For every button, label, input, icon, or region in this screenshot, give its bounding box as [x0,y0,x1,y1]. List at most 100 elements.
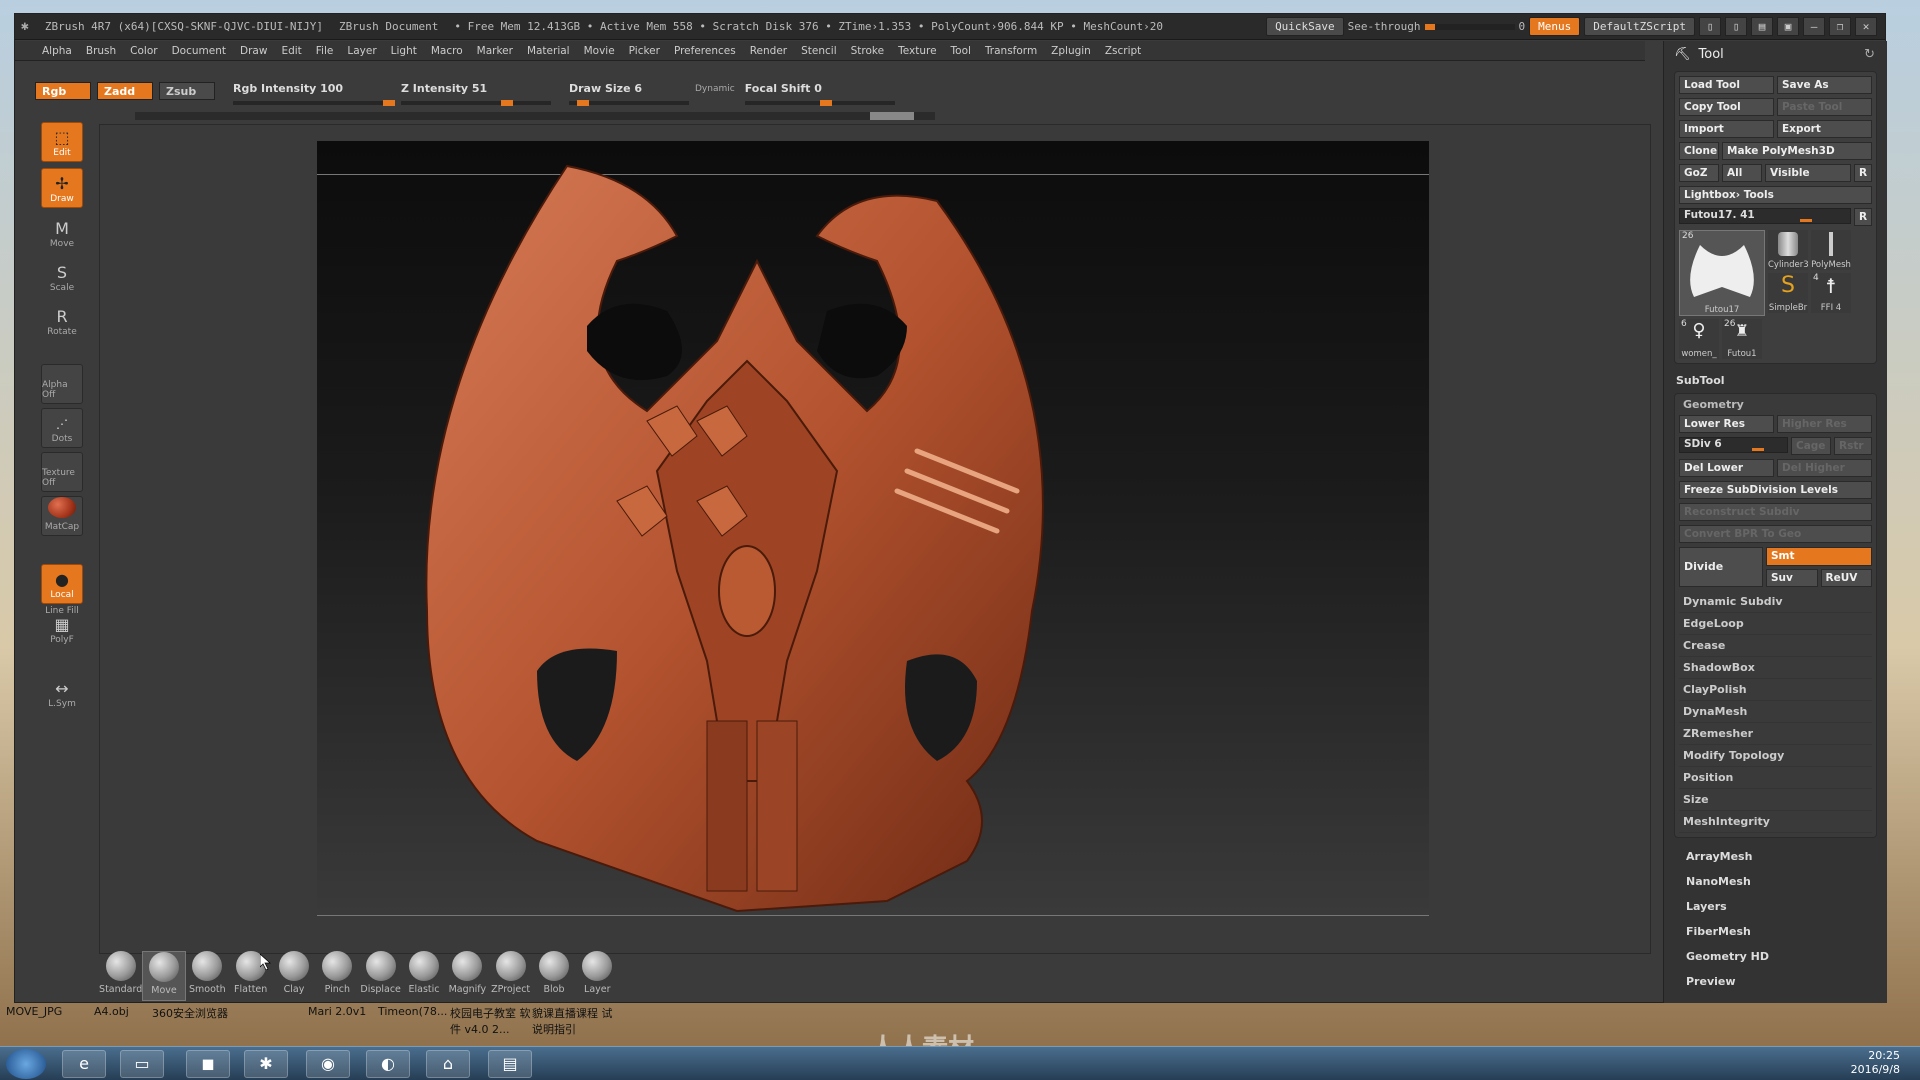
all-button[interactable]: All [1722,164,1762,182]
edit-button[interactable]: ⬚ Edit [41,122,83,162]
menu-picker[interactable]: Picker [622,45,667,57]
see-through-track[interactable] [1424,23,1515,30]
menu-movie[interactable]: Movie [577,45,622,57]
menu-render[interactable]: Render [743,45,794,57]
make-polymesh-button[interactable]: Make PolyMesh3D [1722,142,1872,160]
desktop-icon-label[interactable]: MOVE_JPG [6,1005,62,1018]
brush-elastic[interactable]: Elastic [402,951,445,1001]
subtool-section[interactable]: SubTool [1664,368,1887,391]
brush-pinch[interactable]: Pinch [316,951,359,1001]
menu-draw[interactable]: Draw [233,45,274,57]
geometry-edgeloop[interactable]: EdgeLoop [1679,613,1872,635]
alpha-picker[interactable]: Alpha Off [41,364,83,404]
brush-smooth[interactable]: Smooth [186,951,229,1001]
brush-clay[interactable]: Clay [272,951,315,1001]
copy-tool-button[interactable]: Copy Tool [1679,98,1774,116]
sdiv-slider[interactable]: SDiv 6 [1679,437,1788,453]
tool-r-button[interactable]: R [1854,208,1872,226]
app-orange-icon[interactable]: ◐ [366,1050,410,1078]
subpalette-nanomesh[interactable]: NanoMesh [1664,869,1887,894]
menu-file[interactable]: File [309,45,341,57]
brush-zproject[interactable]: ZProject [489,951,532,1001]
move-button[interactable]: M Move [41,212,83,252]
minimize-icon[interactable]: – [1803,17,1825,36]
menu-stroke[interactable]: Stroke [844,45,891,57]
draw-button[interactable]: ✢ Draw [41,168,83,208]
geometry-claypolish[interactable]: ClayPolish [1679,679,1872,701]
menu-tool[interactable]: Tool [944,45,978,57]
tool-thumb-polymesh[interactable]: PolyMesh [1811,230,1851,270]
paste-tool-button[interactable]: Paste Tool [1777,98,1872,116]
app-notes-icon[interactable]: ▤ [488,1050,532,1078]
document-viewport[interactable] [317,141,1429,917]
lower-res-button[interactable]: Lower Res [1679,415,1774,433]
geometry-dynamesh[interactable]: DynaMesh [1679,701,1872,723]
brush-blob[interactable]: Blob [532,951,575,1001]
menu-color[interactable]: Color [123,45,164,57]
polyf-button[interactable]: Line Fill ▦ PolyF [41,606,83,648]
subpalette-geometry-hd[interactable]: Geometry HD [1664,944,1887,969]
rotate-button[interactable]: R Rotate [41,300,83,340]
save-icon[interactable]: ▣ [1777,17,1799,36]
system-tray-clock[interactable]: 20:25 2016/9/8 [1851,1049,1900,1077]
layout3-icon[interactable]: ▤ [1751,17,1773,36]
tool-thumb-futou17[interactable]: 26 Futou17 [1679,230,1765,316]
geometry-meshintegrity[interactable]: MeshIntegrity [1679,811,1872,833]
divide-button[interactable]: Divide [1679,547,1763,587]
menu-brush[interactable]: Brush [79,45,123,57]
tool-thumb-ffi[interactable]: 4 ☨ FFI 4 [1811,273,1851,313]
rstr-button[interactable]: Rstr [1834,437,1872,455]
menu-zscript[interactable]: Zscript [1098,45,1148,57]
layout-icon[interactable]: ▯ [1699,17,1721,36]
lightbox-tools-button[interactable]: Lightbox› Tools [1679,186,1872,204]
menu-material[interactable]: Material [520,45,577,57]
geometry-shadowbox[interactable]: ShadowBox [1679,657,1872,679]
tool-thumb-cylinder[interactable]: Cylinder3 [1768,230,1809,270]
brush-displace[interactable]: Displace [359,951,402,1001]
brush-standard[interactable]: Standard [99,951,142,1001]
refresh-icon[interactable]: ↻ [1864,47,1875,62]
desktop-icon-label[interactable]: 校园电子教室 软件 v4.0 2... [450,1005,540,1037]
local-button[interactable]: ● Local [41,564,83,604]
menu-transform[interactable]: Transform [978,45,1044,57]
menu-stencil[interactable]: Stencil [794,45,844,57]
higher-res-button[interactable]: Higher Res [1777,415,1872,433]
goz-button[interactable]: GoZ [1679,164,1719,182]
shelf-scrollbar[interactable] [135,112,935,120]
menu-edit[interactable]: Edit [274,45,308,57]
geometry-header[interactable]: Geometry [1679,398,1872,415]
focal-shift-slider[interactable]: Focal Shift 0 [744,82,895,106]
stroke-picker[interactable]: ⋰ Dots [41,408,83,448]
save-as-button[interactable]: Save As [1777,76,1872,94]
menu-layer[interactable]: Layer [340,45,383,57]
tool-palette-header[interactable]: ⛏ Tool ↻ [1664,41,1887,67]
suv-toggle[interactable]: Suv [1766,569,1818,587]
subpalette-preview[interactable]: Preview [1664,969,1887,994]
menu-macro[interactable]: Macro [424,45,470,57]
goz-r-button[interactable]: R [1854,164,1872,182]
export-button[interactable]: Export [1777,120,1872,138]
lsym-button[interactable]: ↔ L.Sym [41,672,83,712]
desktop-icon-label[interactable]: Timeon(78... [378,1005,447,1018]
menu-preferences[interactable]: Preferences [667,45,743,57]
folder-icon[interactable]: ▭ [120,1050,164,1078]
app-blue-icon[interactable]: ◉ [306,1050,350,1078]
see-through-slider[interactable]: See-through 0 [1348,20,1525,33]
brush-layer[interactable]: Layer [576,951,619,1001]
reuv-toggle[interactable]: ReUV [1820,569,1872,587]
subpalette-arraymesh[interactable]: ArrayMesh [1664,844,1887,869]
app-red-icon[interactable]: ◼ [186,1050,230,1078]
tool-thumb-futou1[interactable]: 26 ♜ Futou1 [1722,319,1762,359]
restore-icon[interactable]: ❐ [1829,17,1851,36]
geometry-modify-topology[interactable]: Modify Topology [1679,745,1872,767]
load-tool-button[interactable]: Load Tool [1679,76,1774,94]
cage-button[interactable]: Cage [1791,437,1831,455]
current-tool-slider[interactable]: Futou17. 41 [1679,208,1851,224]
geometry-crease[interactable]: Crease [1679,635,1872,657]
layout2-icon[interactable]: ▯ [1725,17,1747,36]
zsub-toggle[interactable]: Zsub [159,82,215,100]
menu-marker[interactable]: Marker [470,45,520,57]
desktop-icon-label[interactable]: Mari 2.0v1 [308,1005,366,1018]
convert-bpr-button[interactable]: Convert BPR To Geo [1679,525,1872,543]
subpalette-fibermesh[interactable]: FiberMesh [1664,919,1887,944]
